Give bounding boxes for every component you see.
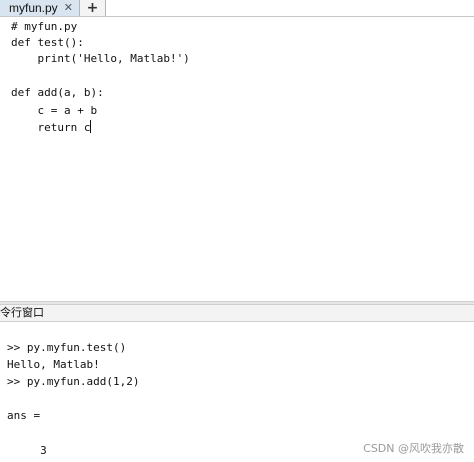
command-line-2: >> py.myfun.add(1,2) — [7, 375, 140, 388]
watermark: CSDN @风吹我亦散 — [363, 442, 464, 455]
editor-tab-bar: myfun.py ✕ + — [0, 0, 474, 17]
command-window-title: 令行窗口 — [0, 306, 44, 319]
code-line-3: print('Hello, Matlab!') — [11, 52, 190, 65]
close-icon[interactable]: ✕ — [64, 0, 73, 16]
command-line-1: >> py.myfun.test() — [7, 341, 127, 354]
command-output-1: Hello, Matlab! — [7, 358, 100, 371]
tab-myfun-py[interactable]: myfun.py ✕ — [0, 0, 80, 16]
command-window-header: 令行窗口 — [0, 305, 474, 322]
command-output-value: 3 — [7, 444, 47, 457]
add-tab-button[interactable]: + — [80, 0, 106, 16]
code-line-6: c = a + b — [11, 104, 98, 117]
text-cursor — [90, 120, 92, 133]
code-line-7-text: return c — [11, 121, 91, 134]
code-editor[interactable]: # myfun.py def test(): print('Hello, Mat… — [0, 17, 474, 301]
code-line-7: return c — [11, 119, 92, 137]
command-output-ans: ans = — [7, 409, 41, 422]
plus-icon: + — [86, 0, 99, 16]
tab-label: myfun.py — [9, 1, 58, 15]
code-line-5: def add(a, b): — [11, 86, 104, 99]
